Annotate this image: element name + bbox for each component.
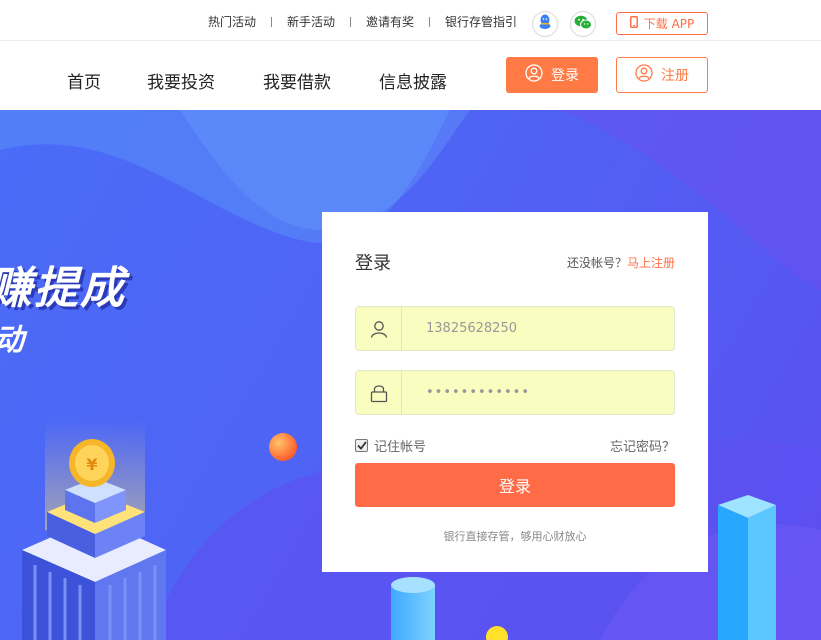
- phone-icon: [629, 16, 638, 31]
- password-field[interactable]: [355, 370, 675, 415]
- nav-item-home[interactable]: 首页: [67, 68, 101, 93]
- nav-item-invest[interactable]: 我要投资: [147, 68, 215, 93]
- remember-account[interactable]: 记住帐号: [355, 436, 426, 455]
- login-submit-button[interactable]: 登录: [355, 463, 675, 507]
- wechat-icon: [574, 15, 592, 34]
- login-card: 登录 还没帐号？马上注册 记住帐号 忘记密码？ 登录 银行直接存管，够用心财放心: [322, 212, 708, 572]
- no-account-text: 还没帐号？: [566, 256, 627, 270]
- divider: [271, 16, 273, 27]
- nav-item-borrow[interactable]: 我要借款: [263, 68, 331, 93]
- top-bar: 热门活动 新手活动 邀请有奖 银行存管指引 下载 APP: [0, 0, 821, 41]
- link-hot-activities[interactable]: 热门活动: [208, 13, 256, 30]
- username-field[interactable]: [355, 306, 675, 351]
- top-links: 热门活动 新手活动 邀请有奖 银行存管指引: [208, 13, 517, 30]
- divider: [350, 16, 352, 27]
- download-app-label: 下载 APP: [643, 17, 695, 31]
- nav-login-label: 登录: [551, 68, 579, 84]
- user-icon: [635, 64, 653, 86]
- remember-checkbox[interactable]: [355, 439, 368, 452]
- remember-label: 记住帐号: [374, 440, 427, 455]
- qq-button[interactable]: [532, 11, 558, 37]
- login-footer-note: 银行直接存管，够用心财放心: [443, 530, 587, 543]
- nav-register-button[interactable]: 注册: [616, 57, 708, 93]
- nav-item-disclosure[interactable]: 信息披露: [379, 68, 447, 93]
- nav-register-label: 注册: [661, 68, 689, 84]
- login-title: 登录: [355, 253, 391, 274]
- divider: [429, 16, 431, 27]
- password-input[interactable]: [402, 385, 662, 400]
- link-invite-rewards[interactable]: 邀请有奖: [366, 13, 414, 30]
- main-nav: 首页 我要投资 我要借款 信息披露 登录 注册: [0, 41, 821, 110]
- link-newbie-activities[interactable]: 新手活动: [287, 13, 335, 30]
- hero-subslogan: 动: [0, 315, 24, 359]
- wechat-button[interactable]: [570, 11, 596, 37]
- username-input[interactable]: [402, 321, 662, 336]
- svg-text:¥: ¥: [86, 455, 97, 474]
- user-icon: [525, 64, 543, 86]
- download-app-button[interactable]: 下载 APP: [616, 12, 708, 35]
- nav-login-button[interactable]: 登录: [506, 57, 598, 93]
- forgot-password-link[interactable]: 忘记密码？: [610, 436, 675, 455]
- register-now-link[interactable]: 马上注册: [627, 256, 675, 270]
- hero-slogan: 赚提成: [0, 263, 126, 314]
- lock-icon: [356, 371, 402, 414]
- qq-icon: [538, 14, 552, 34]
- user-icon: [356, 307, 402, 350]
- link-bank-custody-guide[interactable]: 银行存管指引: [445, 13, 517, 30]
- no-account-prompt: 还没帐号？马上注册: [567, 254, 675, 271]
